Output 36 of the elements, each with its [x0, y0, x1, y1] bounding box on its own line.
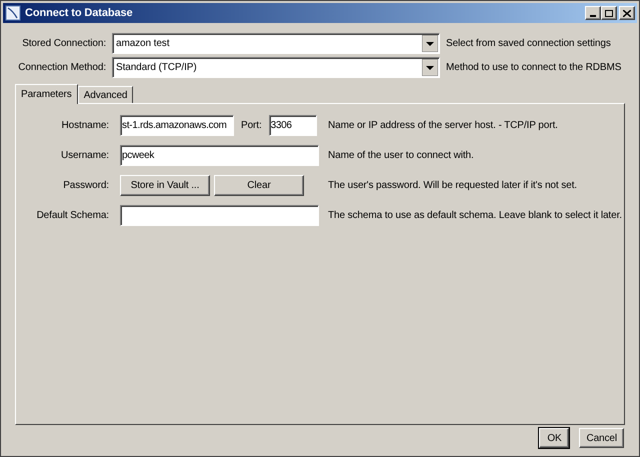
selector-label: Connection Method:	[17, 61, 107, 75]
text-field[interactable]	[120, 204, 319, 226]
window-title: Connect to Database	[25, 6, 133, 21]
dropdown-value: amazon test	[115, 37, 170, 51]
field-hint: Name or IP address of the server host. - TCP/IP port.	[328, 118, 558, 132]
maximize-icon	[605, 10, 613, 16]
selector-label: Stored Connection:	[21, 37, 107, 51]
dropdown[interactable]: amazon test	[112, 33, 440, 54]
selector-hint: Select from saved connection settings	[446, 37, 611, 51]
dialog-button[interactable]: Cancel	[579, 428, 624, 448]
minimize-button[interactable]	[585, 6, 601, 20]
dropdown-arrow-icon	[422, 35, 438, 52]
field-label: Hostname:	[60, 118, 110, 132]
field-label: Password:	[62, 178, 110, 192]
hostname-field[interactable]: st-1.rds.amazonaws.com	[120, 114, 234, 136]
close-button[interactable]	[619, 6, 635, 20]
dropdown-value: Standard (TCP/IP)	[115, 61, 198, 75]
field-hint: Name of the user to connect with.	[328, 148, 474, 162]
password-button[interactable]: Store in Vault ...	[120, 174, 210, 196]
field-label: Default Schema:	[36, 208, 110, 222]
dropdown-arrow-icon	[422, 59, 438, 76]
close-icon	[623, 10, 631, 16]
text-field[interactable]: pcweek	[120, 144, 319, 166]
app-icon	[5, 5, 21, 21]
field-hint: The schema to use as default schema. Leave blank to select it later.	[328, 208, 622, 222]
maximize-button[interactable]	[601, 6, 617, 20]
selector-hint: Method to use to connect to the RDBMS	[446, 61, 622, 75]
field-hint: The user's password. Will be requested later if it's not set.	[328, 178, 577, 192]
dropdown[interactable]: Standard (TCP/IP)	[112, 57, 440, 78]
dialog-button[interactable]: OK	[539, 428, 570, 448]
tab[interactable]: Parameters	[15, 84, 78, 104]
port-field[interactable]: 3306	[268, 114, 317, 136]
password-button[interactable]: Clear	[214, 174, 304, 196]
field-label: Username:	[60, 148, 110, 162]
port-label: Port:	[241, 118, 262, 132]
tab[interactable]: Advanced	[78, 86, 134, 103]
